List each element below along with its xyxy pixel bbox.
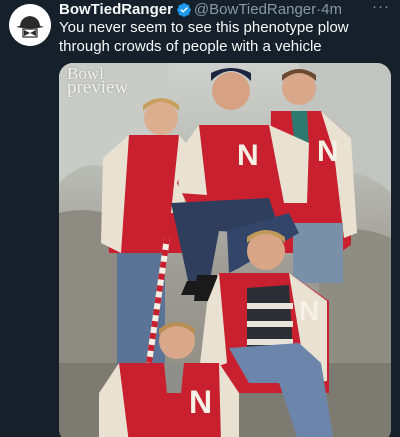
jacket-letter: N [189, 384, 212, 420]
tweet-header: BowTiedRanger @BowTiedRanger·4m [59, 0, 389, 20]
watermark-line-2: preview [67, 77, 129, 98]
jacket-letter: N [237, 139, 259, 172]
avatar[interactable] [9, 4, 51, 46]
display-name[interactable]: BowTiedRanger [59, 1, 173, 18]
group-photo-illustration: N N N N [59, 63, 391, 437]
jacket-letter: N [317, 135, 339, 168]
handle[interactable]: @BowTiedRanger [194, 1, 316, 18]
tweet-text: You never seem to see this phenotype plo… [59, 19, 349, 55]
tweet-media-photo[interactable]: N N N N Bowl preview [59, 63, 391, 437]
person-top-center: N [171, 68, 309, 301]
timestamp[interactable]: 4m [321, 1, 342, 18]
bowl-preview-watermark: Bowl preview [67, 65, 147, 98]
tweet: BowTiedRanger @BowTiedRanger·4m ··· You n… [0, 0, 400, 437]
bowtie-ranger-hat-icon [9, 4, 51, 46]
jacket-letter: N [299, 295, 319, 326]
more-options-icon[interactable]: ··· [372, 0, 390, 14]
verified-badge-icon [177, 2, 191, 17]
